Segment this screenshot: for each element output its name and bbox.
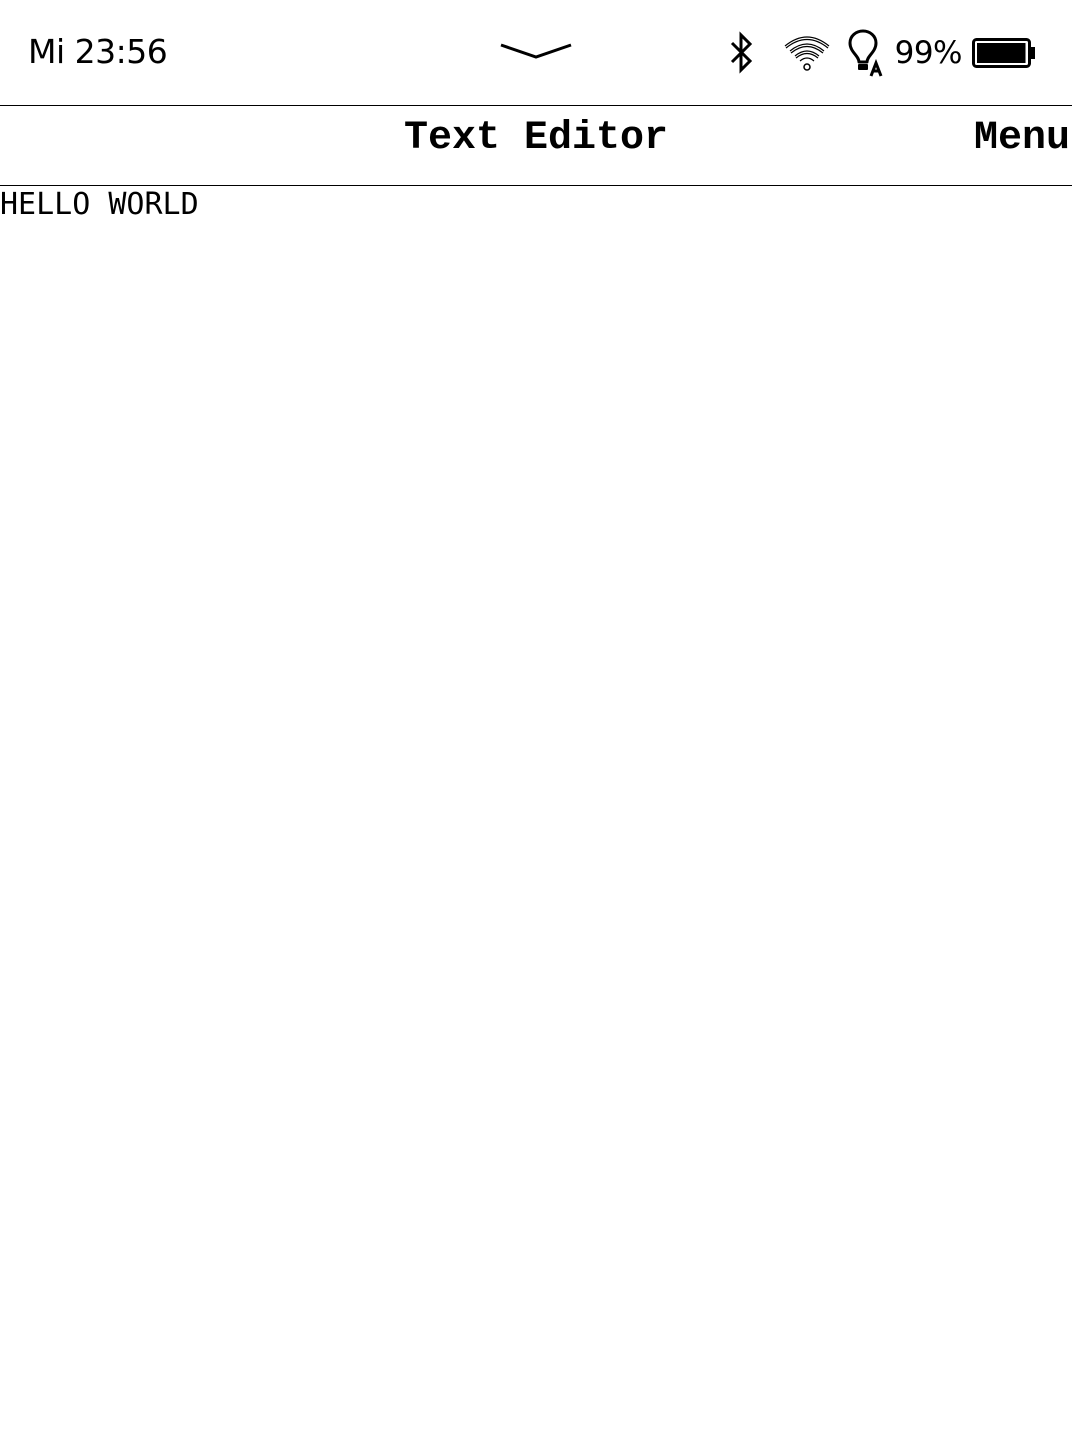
pulldown-chevron-icon[interactable] <box>500 40 572 62</box>
editor-content[interactable]: HELLO WORLD <box>0 186 1072 224</box>
text-editor-area[interactable]: HELLO WORLD <box>0 186 1072 1448</box>
wifi-icon <box>784 36 829 71</box>
frontlight-auto-icon <box>848 29 882 77</box>
status-indicators[interactable]: 99% <box>727 28 1036 78</box>
battery-percent: 99% <box>894 35 963 71</box>
status-bar[interactable]: Mi 23:56 99% <box>0 0 1072 105</box>
menu-button[interactable]: Menu <box>974 114 1070 164</box>
app-title: Text Editor <box>403 116 669 161</box>
status-time: Mi 23:56 <box>28 32 168 71</box>
bluetooth-icon <box>730 31 752 74</box>
title-bar: Text Editor Menu <box>0 105 1072 186</box>
battery-icon <box>972 38 1035 68</box>
